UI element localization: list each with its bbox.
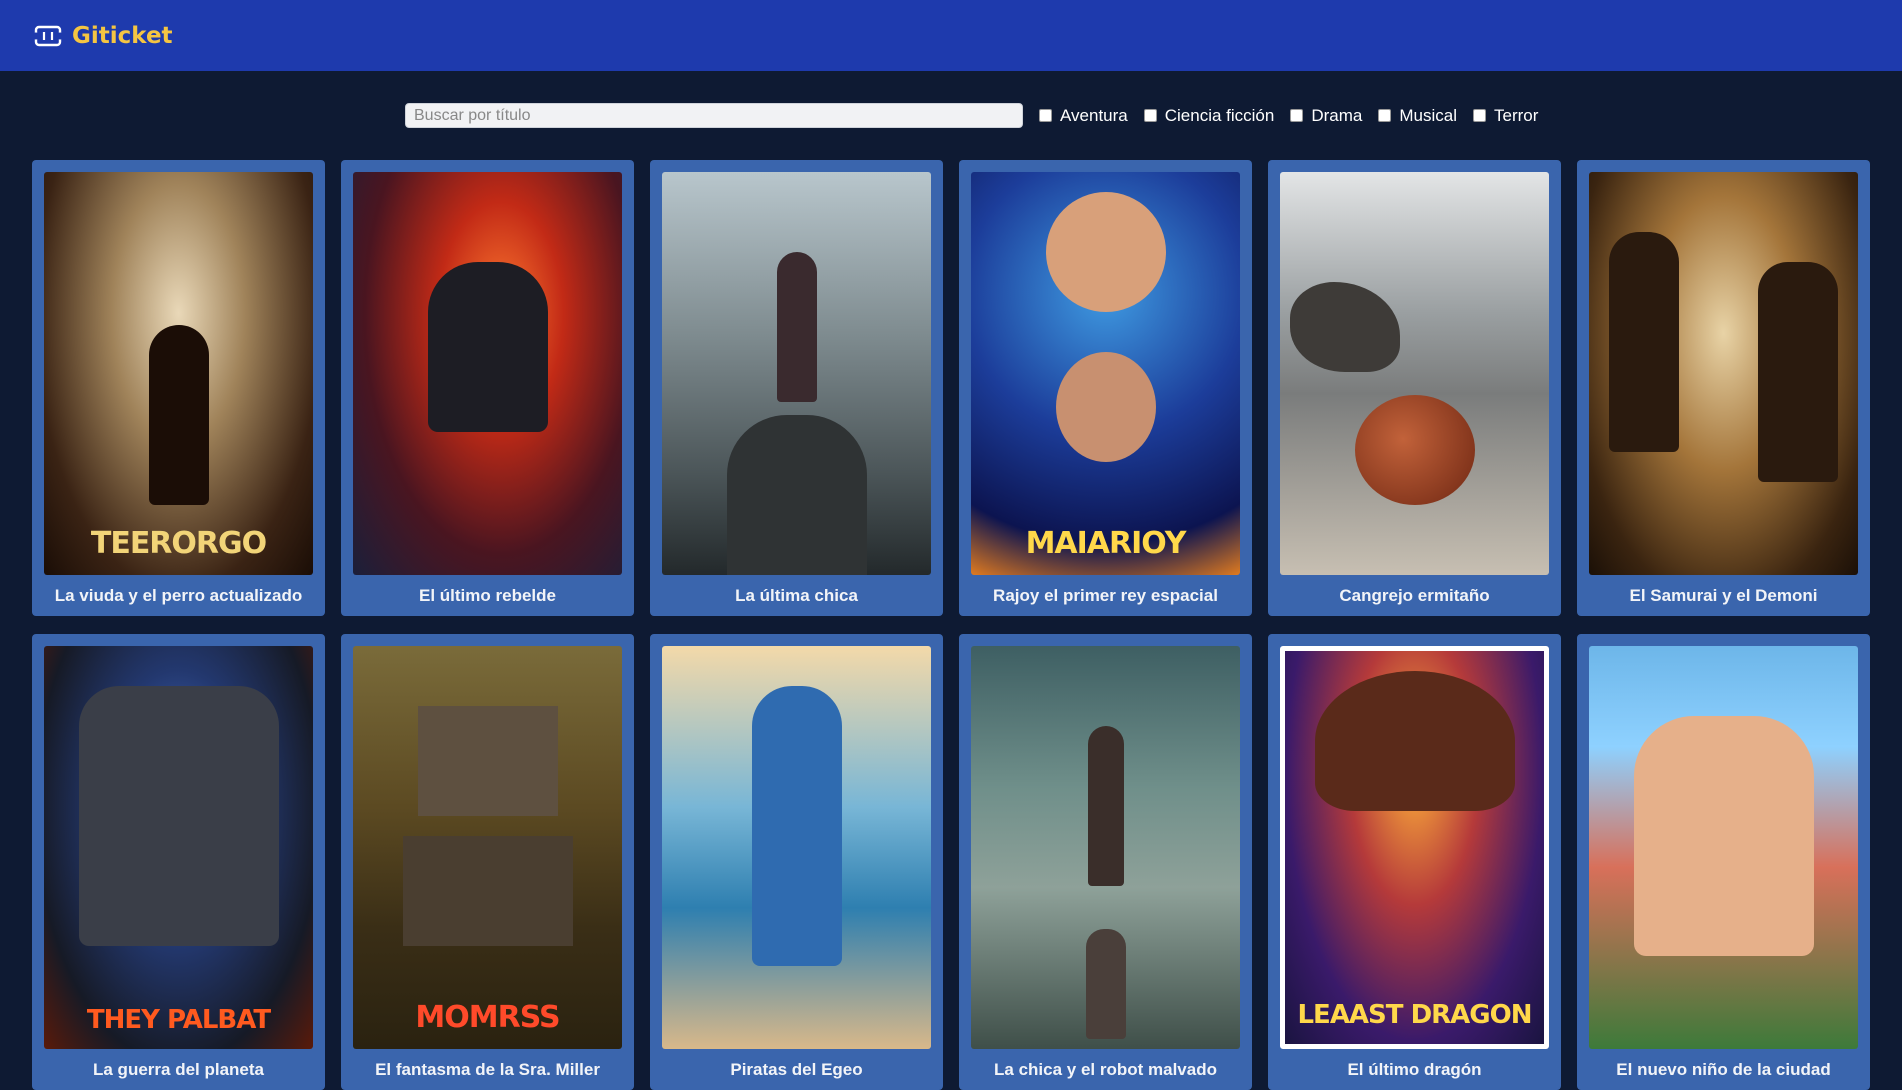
face [1055, 352, 1156, 462]
genre-label: Terror [1493, 105, 1539, 125]
checkbox[interactable] [1378, 109, 1392, 122]
silhouette [1758, 262, 1838, 482]
silhouette [1609, 232, 1679, 452]
movie-card[interactable]: El último rebelde [341, 160, 634, 616]
genre-filter-aventura[interactable]: Aventura [1039, 106, 1128, 126]
poster-text: MAIARIOY [1025, 526, 1187, 561]
checkbox[interactable] [1143, 109, 1157, 122]
checkbox[interactable] [1290, 109, 1304, 122]
face [1045, 192, 1166, 312]
movie-title: Piratas del Egeo [730, 1060, 863, 1079]
movie-poster[interactable]: MOMRSS [353, 646, 622, 1049]
house [402, 836, 573, 946]
dragon [1314, 671, 1515, 811]
movie-title: Cangrejo ermitaño [1339, 586, 1490, 605]
top-navbar: Giticket [0, 0, 1902, 71]
movie-title: La guerra del planeta [93, 1060, 264, 1079]
movie-poster[interactable]: TEERORGO [44, 172, 313, 575]
movie-card[interactable]: El Samurai y el Demoni [1577, 160, 1870, 616]
ticket-icon [34, 25, 62, 46]
character [751, 686, 842, 966]
movie-title: La viuda y el perro actualizado [54, 586, 303, 605]
genre-filter-musical[interactable]: Musical [1378, 106, 1457, 126]
genre-filter-ciencia-ficcion[interactable]: Ciencia ficción [1143, 105, 1275, 126]
poster-text: TEERORGO [90, 526, 267, 561]
movie-title: El último dragón [1347, 1060, 1482, 1079]
movie-grid: TEERORGO La viuda y el perro actualizado… [32, 160, 1870, 1090]
movie-title: El último rebelde [419, 586, 556, 605]
search-input[interactable] [405, 103, 1023, 128]
girl [1085, 929, 1126, 1039]
soldiers [78, 686, 279, 946]
genre-label: Aventura [1060, 105, 1128, 125]
poster-text: MOMRSS [415, 1000, 560, 1035]
rock [726, 415, 867, 575]
robot [1087, 726, 1124, 886]
genre-filter-drama[interactable]: Drama [1290, 106, 1362, 126]
filter-bar: Aventura Ciencia ficción Drama Musical T… [405, 103, 1538, 128]
movie-title: El Samurai y el Demoni [1629, 586, 1818, 605]
genre-label: Musical [1399, 105, 1457, 125]
movie-poster[interactable]: MAIARIOY [971, 172, 1240, 575]
poster-text: THEY PALBAT [86, 1005, 271, 1035]
movie-card[interactable]: LEAAST DRAGON El último dragón [1268, 634, 1561, 1090]
characters [1633, 716, 1814, 956]
movie-card[interactable]: THEY PALBAT La guerra del planeta [32, 634, 325, 1090]
movie-poster[interactable] [1589, 172, 1858, 575]
movie-poster[interactable] [662, 172, 931, 575]
genre-filter-terror[interactable]: Terror [1472, 105, 1539, 126]
movie-poster[interactable] [662, 646, 931, 1049]
silhouette [776, 252, 817, 402]
house [417, 706, 558, 816]
checkbox[interactable] [1472, 109, 1486, 122]
app-name: Giticket [72, 22, 173, 49]
movie-title: La última chica [735, 586, 858, 605]
poster-text: LEAAST DRAGON [1297, 1000, 1532, 1030]
movie-title: El fantasma de la Sra. Miller [375, 1060, 600, 1079]
shell [1354, 395, 1475, 505]
silhouette [427, 262, 548, 432]
movie-card[interactable]: El nuevo niño de la ciudad [1577, 634, 1870, 1090]
movie-poster[interactable] [1589, 646, 1858, 1049]
genre-label: Ciencia ficción [1164, 105, 1275, 125]
genre-label: Drama [1311, 105, 1363, 125]
movie-poster[interactable]: THEY PALBAT [44, 646, 313, 1049]
movie-card[interactable]: Cangrejo ermitaño [1268, 160, 1561, 616]
checkbox[interactable] [1039, 109, 1052, 122]
app-logo[interactable]: Giticket [34, 23, 173, 49]
movie-poster[interactable] [353, 172, 622, 575]
movie-poster[interactable] [1280, 172, 1549, 575]
movie-card[interactable]: La chica y el robot malvado [959, 634, 1252, 1090]
movie-card[interactable]: Piratas del Egeo [650, 634, 943, 1090]
movie-poster[interactable] [971, 646, 1240, 1049]
movie-card[interactable]: MOMRSS El fantasma de la Sra. Miller [341, 634, 634, 1090]
movie-title: El nuevo niño de la ciudad [1616, 1060, 1831, 1079]
movie-card[interactable]: TEERORGO La viuda y el perro actualizado [32, 160, 325, 616]
rock [1290, 282, 1400, 372]
movie-card[interactable]: MAIARIOY Rajoy el primer rey espacial [959, 160, 1252, 616]
movie-card[interactable]: La última chica [650, 160, 943, 616]
movie-poster[interactable]: LEAAST DRAGON [1280, 646, 1549, 1049]
movie-title: Rajoy el primer rey espacial [993, 586, 1218, 605]
movie-title: La chica y el robot malvado [994, 1060, 1217, 1079]
silhouette [148, 325, 209, 505]
